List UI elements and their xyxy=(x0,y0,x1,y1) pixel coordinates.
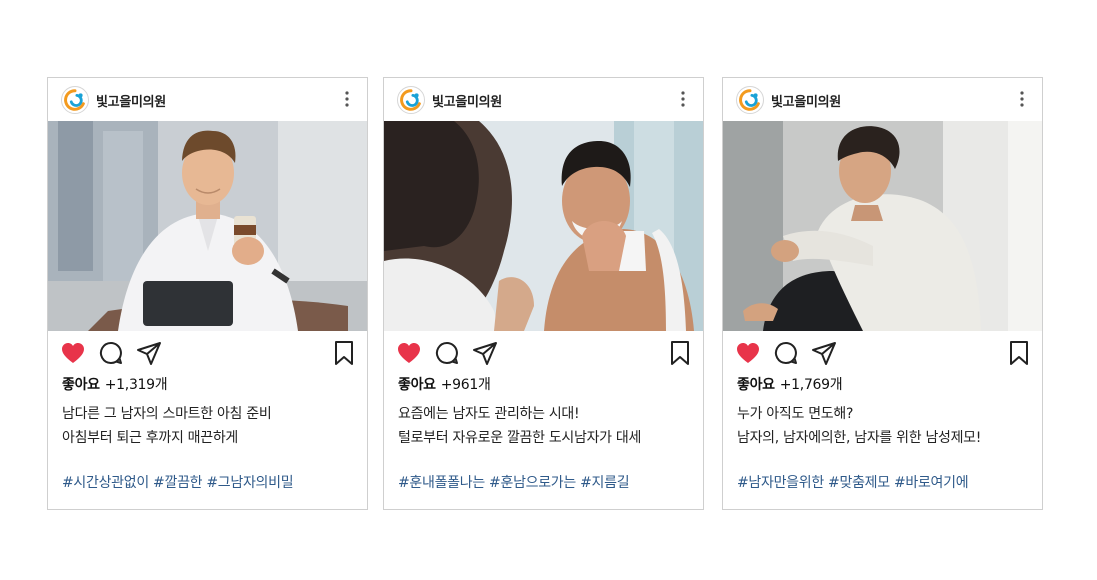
comment-icon[interactable] xyxy=(98,340,124,366)
post-photo-man-with-coffee-and-tablet[interactable] xyxy=(48,121,367,331)
likes-number: +961개 xyxy=(440,377,491,393)
more-vertical-icon[interactable] xyxy=(678,90,688,108)
more-vertical-icon[interactable] xyxy=(342,90,352,108)
comment-icon[interactable] xyxy=(773,340,799,366)
likes-label: 좋아요 xyxy=(62,377,100,393)
bookmark-icon[interactable] xyxy=(1006,340,1032,366)
caption-line-1: 남다른 그 남자의 스마트한 아침 준비 xyxy=(62,406,272,422)
likes-count[interactable]: 좋아요 +1,769개 xyxy=(737,374,843,394)
post-card: 빛고을미의원 좋아요 +1,319개 남다른 그 남자의 스마트한 아침 준비 … xyxy=(47,77,368,510)
clinic-logo-avatar[interactable] xyxy=(61,86,89,114)
post-header: 빛고을미의원 xyxy=(723,78,1042,121)
post-header: 빛고을미의원 xyxy=(48,78,367,121)
post-actions xyxy=(48,340,367,368)
clinic-logo-avatar[interactable] xyxy=(397,86,425,114)
account-name[interactable]: 빛고을미의원 xyxy=(96,91,166,110)
likes-label: 좋아요 xyxy=(737,377,775,393)
post-card: 빛고을미의원 좋아요 +961개 요즘에는 남자도 관리하는 시대! 털로부터 … xyxy=(383,77,704,510)
share-icon[interactable] xyxy=(472,340,498,366)
post-actions xyxy=(384,340,703,368)
likes-count[interactable]: 좋아요 +961개 xyxy=(398,374,491,394)
caption-line-2: 아침부터 퇴근 후까지 매끈하게 xyxy=(62,430,238,446)
comment-icon[interactable] xyxy=(434,340,460,366)
post-actions xyxy=(723,340,1042,368)
account-name[interactable]: 빛고을미의원 xyxy=(432,91,502,110)
caption-line-1: 누가 아직도 면도해? xyxy=(737,406,854,422)
post-header: 빛고을미의원 xyxy=(384,78,703,121)
caption-line-1: 요즘에는 남자도 관리하는 시대! xyxy=(398,406,580,422)
post-card: 빛고을미의원 좋아요 +1,769개 누가 아직도 면도해? 남자의, 남자에의한 xyxy=(722,77,1043,510)
account-name[interactable]: 빛고을미의원 xyxy=(771,91,841,110)
share-icon[interactable] xyxy=(136,340,162,366)
heart-icon[interactable] xyxy=(396,340,422,366)
likes-count[interactable]: 좋아요 +1,319개 xyxy=(62,374,168,394)
likes-number: +1,319개 xyxy=(104,377,168,393)
post-photo-man-shaving-at-mirror[interactable] xyxy=(384,121,703,331)
heart-icon[interactable] xyxy=(735,340,761,366)
bookmark-icon[interactable] xyxy=(331,340,357,366)
hashtags[interactable]: #시간상관없이 #깔끔한 #그남자의비밀 xyxy=(62,472,294,492)
clinic-logo-avatar[interactable] xyxy=(736,86,764,114)
hashtags[interactable]: #훈내폴폴나는 #훈남으로가는 #지름길 xyxy=(398,472,630,492)
bookmark-icon[interactable] xyxy=(667,340,693,366)
caption-line-2: 털로부터 자유로운 깔끔한 도시남자가 대세 xyxy=(398,430,642,446)
likes-label: 좋아요 xyxy=(398,377,436,393)
caption-line-2: 남자의, 남자에의한, 남자를 위한 남성제모! xyxy=(737,430,982,446)
likes-number: +1,769개 xyxy=(779,377,843,393)
hashtags[interactable]: #남자만을위한 #맞춤제모 #바로여기에 xyxy=(737,472,969,492)
share-icon[interactable] xyxy=(811,340,837,366)
heart-icon[interactable] xyxy=(60,340,86,366)
more-vertical-icon[interactable] xyxy=(1017,90,1027,108)
post-photo-man-in-white-sweater-sitting[interactable] xyxy=(723,121,1042,331)
